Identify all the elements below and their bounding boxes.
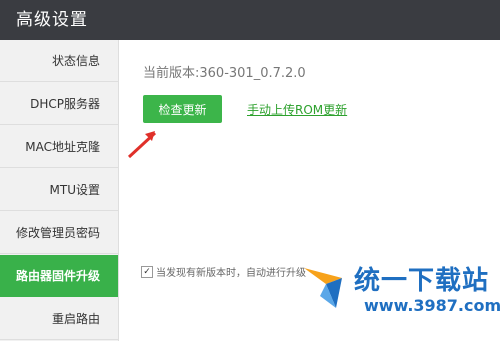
sidebar-item-label: 重启路由 bbox=[51, 312, 100, 326]
sidebar-item-status[interactable]: 状态信息 bbox=[0, 40, 118, 82]
title-bar: 高级设置 bbox=[0, 0, 500, 40]
sidebar-item-admin-password[interactable]: 修改管理员密码 bbox=[0, 212, 118, 254]
watermark-title: 统一下载站 bbox=[354, 266, 490, 296]
check-update-button[interactable]: 检查更新 bbox=[143, 95, 222, 123]
auto-upgrade-checkbox[interactable]: ✓ bbox=[141, 265, 153, 278]
sidebar-item-label: 状态信息 bbox=[51, 54, 100, 68]
sidebar-item-label: DHCP服务器 bbox=[30, 97, 100, 111]
sidebar-item-label: 修改管理员密码 bbox=[15, 226, 100, 240]
sidebar-item-mac-clone[interactable]: MAC地址克隆 bbox=[0, 126, 118, 168]
manual-upload-rom-link[interactable]: 手动上传ROM更新 bbox=[247, 101, 347, 118]
auto-upgrade-row[interactable]: ✓ 当发现有新版本时，自动进行升级 bbox=[141, 264, 306, 279]
sidebar-item-label: 路由器固件升级 bbox=[15, 269, 100, 283]
download-site-logo-icon bbox=[304, 268, 342, 308]
sidebar-item-label: MTU设置 bbox=[49, 183, 100, 197]
watermark: 统一下载站 www.3987.com bbox=[302, 254, 500, 341]
sidebar-item-label: MAC地址克隆 bbox=[25, 140, 100, 154]
current-version-text: 当前版本:360-301_0.7.2.0 bbox=[143, 66, 306, 81]
watermark-url: www.3987.com bbox=[364, 296, 500, 315]
sidebar: 状态信息 DHCP服务器 MAC地址克隆 MTU设置 修改管理员密码 路由器固件… bbox=[0, 40, 119, 341]
sidebar-item-mtu[interactable]: MTU设置 bbox=[0, 169, 118, 211]
red-arrow-icon bbox=[127, 131, 157, 159]
sidebar-item-dhcp[interactable]: DHCP服务器 bbox=[0, 83, 118, 125]
window-title: 高级设置 bbox=[16, 10, 88, 30]
auto-upgrade-label: 当发现有新版本时，自动进行升级 bbox=[156, 268, 306, 279]
sidebar-item-reboot[interactable]: 重启路由 bbox=[0, 298, 118, 340]
sidebar-item-firmware-upgrade[interactable]: 路由器固件升级 bbox=[0, 255, 118, 297]
